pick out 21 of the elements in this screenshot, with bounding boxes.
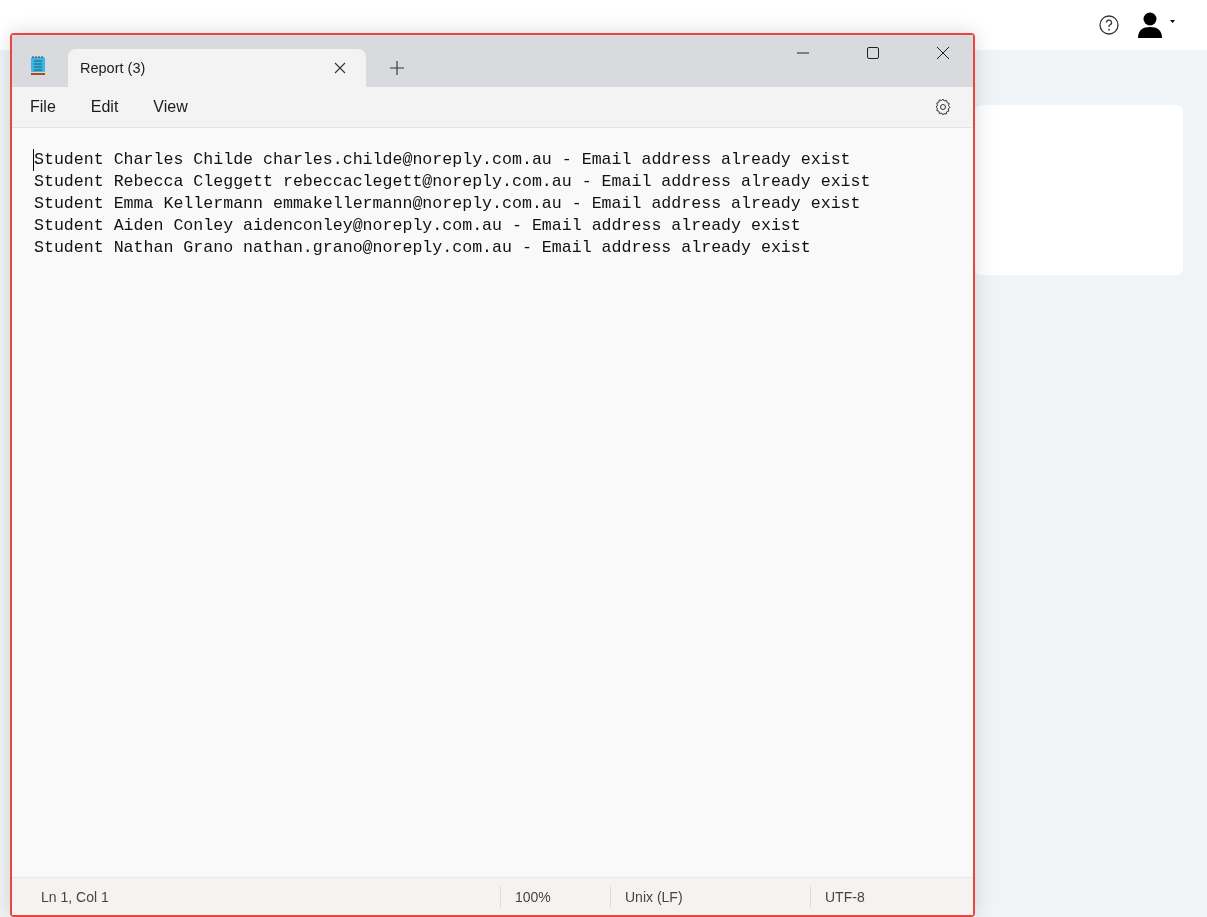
notepad-icon [30,55,46,75]
menu-item[interactable]: File [30,98,56,116]
menu-item[interactable]: Edit [90,98,119,116]
text-line: Student Nathan Grano nathan.grano@noreply.com.au - Email address already exist [34,237,812,259]
close-tab-icon[interactable] [334,62,346,74]
status-item: 100% [500,885,610,908]
status-item: UTF-8 [810,885,865,908]
text-line: Student Aiden Conley aidenconley@noreply.com.au - Email address already exist [34,215,802,237]
maximize-icon[interactable] [867,47,879,59]
text-line: Student Rebecca Cleggett rebeccaclegett@noreply.com.au - Email address already exist [34,171,872,193]
user-menu-icon[interactable] [1137,11,1177,39]
status-item: Unix (LF) [610,885,810,908]
text-line: Student Charles Childe charles.childe@noreply.com.au - Email address already exist [33,149,973,171]
settings-icon[interactable] [933,97,953,117]
status-item: Ln 1, Col 1 [40,887,110,907]
text-line: Student Emma Kellermann emmakellermann@noreply.com.au - Email address already exist [34,193,862,215]
menu-item[interactable]: View [153,98,188,116]
close-icon[interactable] [937,47,949,59]
new-tab-icon[interactable] [390,61,404,75]
help-icon[interactable] [1099,15,1119,35]
document-tab[interactable]: Report (3) [68,49,366,87]
